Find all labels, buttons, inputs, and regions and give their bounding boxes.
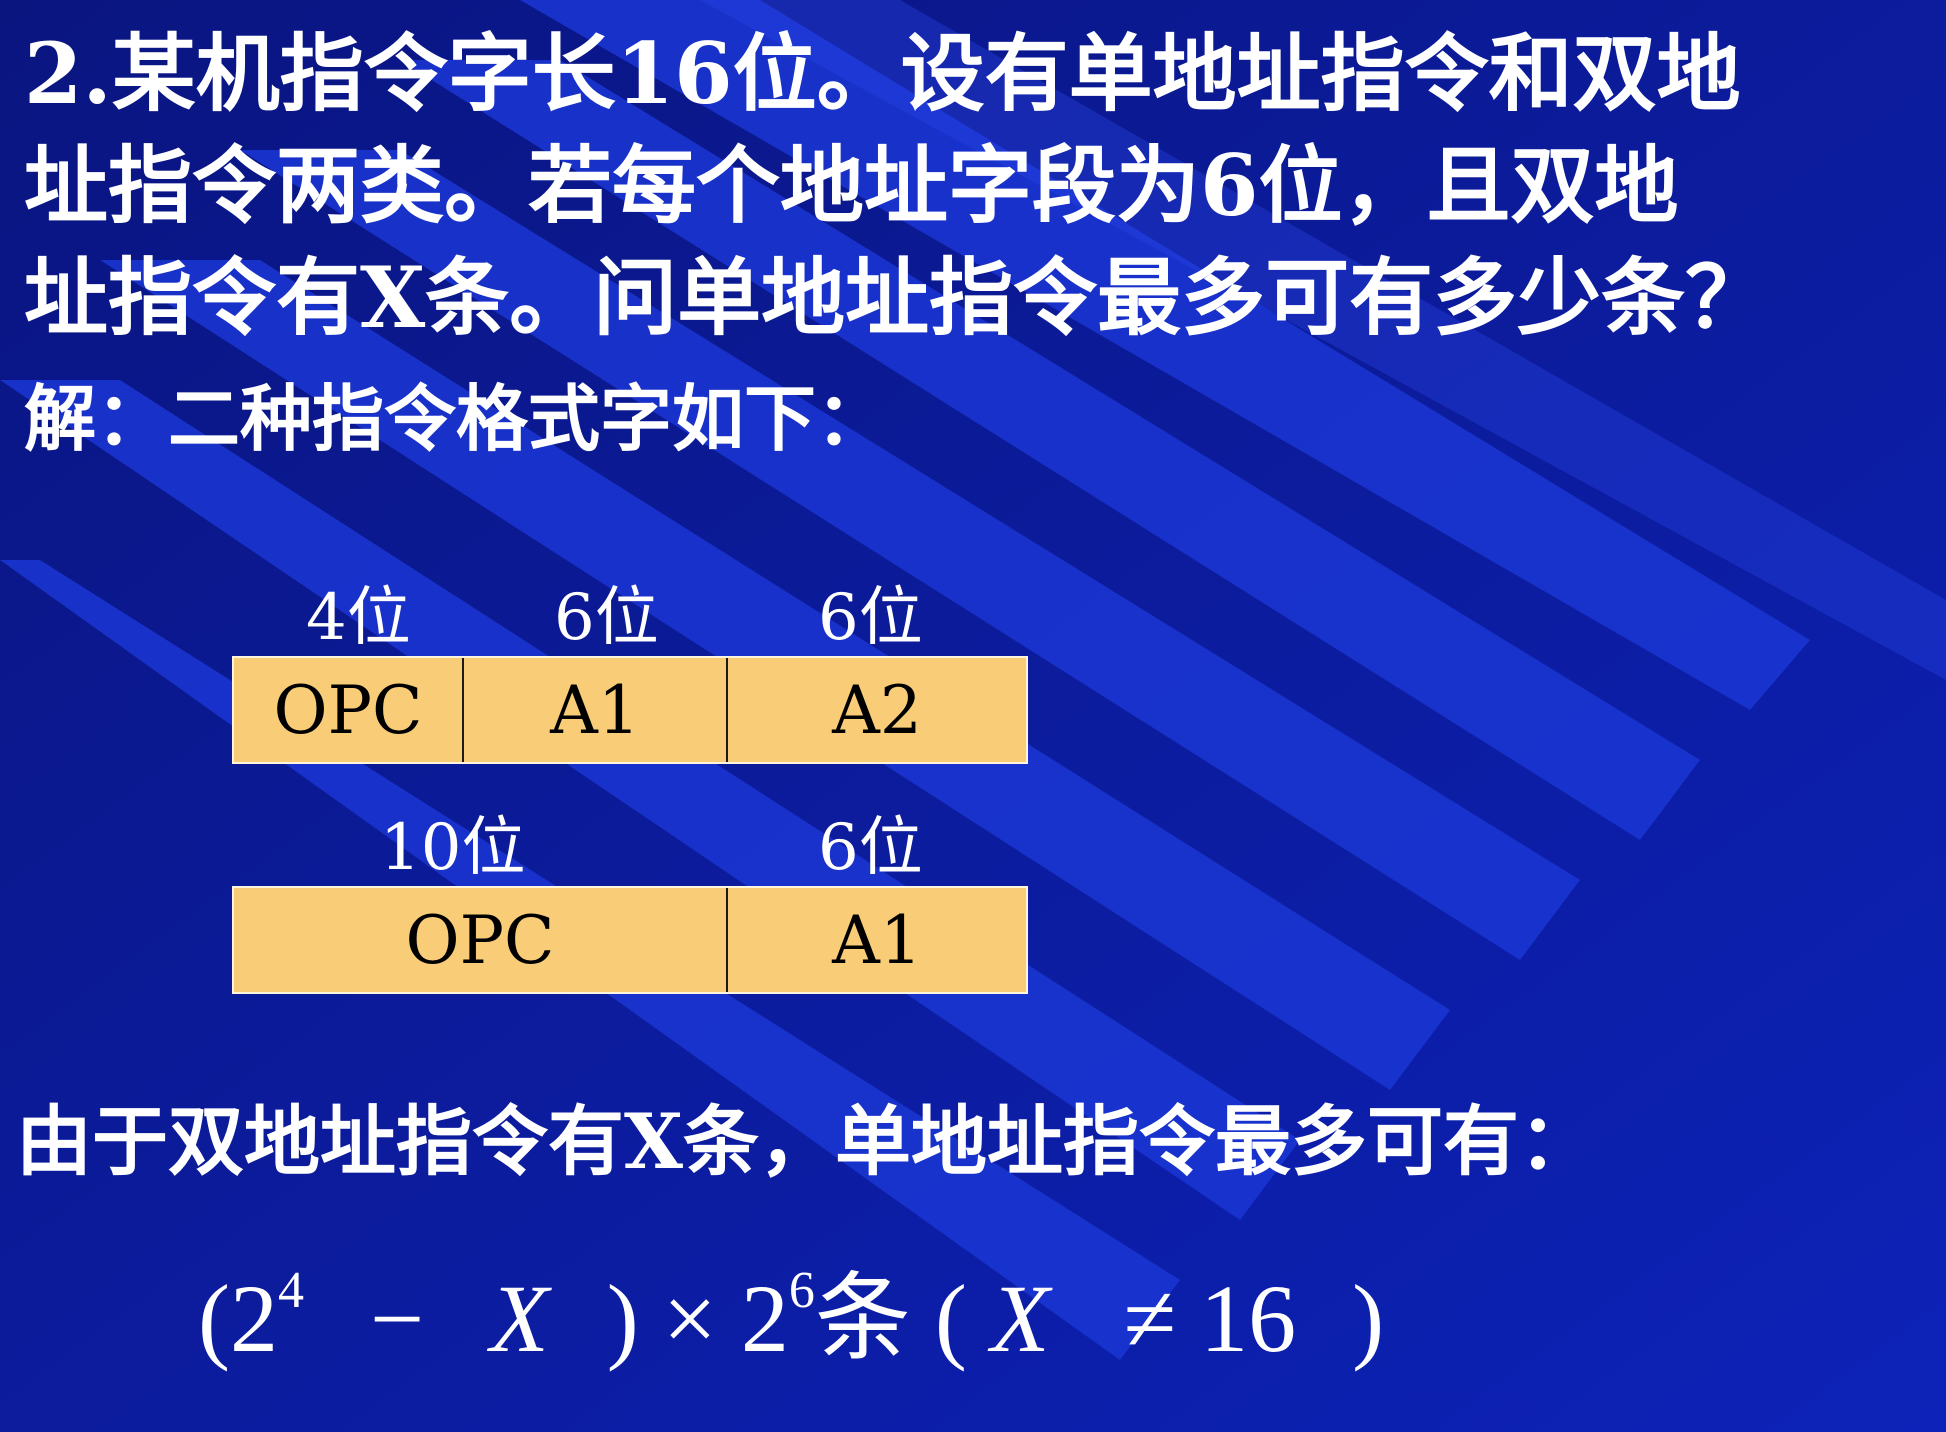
question-line-1: 2.某机指令字长16位。设有单地址指令和双地 [24,24,1741,123]
field-a1: A1 [832,901,922,979]
formula-base-2: 2 [740,1265,789,1372]
formula-exponent-1: 4 [277,1262,304,1319]
format1-bit-label-a2: 6位 [818,581,923,655]
format1-bit-label-opc: 4位 [306,581,411,655]
question-line-2: 址指令两类。若每个地址字段为6位，且双地 [24,136,1679,235]
formula-condition-variable-x: X [990,1265,1050,1372]
format2-bit-label-opc: 10位 [380,811,526,885]
field-a1: A1 [464,658,728,762]
conclusion-text: 由于双地址指令有X条，单地址指令最多可有： [16,1097,1595,1186]
formula-open-paren: ( [198,1265,230,1372]
formula-variable-x: X [490,1265,549,1372]
instruction-format-one-address: OPC A1 [232,886,1028,994]
question-line-3: 址指令有X条。问单地址指令最多可有多少条？ [24,248,1770,347]
formula-condition-number: 16 [1200,1265,1297,1372]
format1-bit-label-a1: 6位 [554,581,659,655]
formula-condition-close-paren: ) [1352,1265,1385,1372]
formula-not-equal: ≠ [1123,1265,1177,1372]
formula-exponent-2: 6 [788,1262,815,1319]
instruction-format-two-address: OPC A1 A2 [232,656,1028,764]
formula: (24 − X ) × 26条 ( X ≠ 16 ) [198,1240,1384,1379]
format2-bit-label-a1: 6位 [818,811,923,885]
field-opc: OPC [234,888,728,992]
field-a2: A2 [832,671,922,749]
formula-unit: 条 [814,1265,911,1372]
formula-minus: − [369,1265,425,1372]
formula-condition-open-paren: ( [934,1265,967,1372]
solution-intro: 解：二种指令格式字如下： [24,376,889,461]
formula-base-1: 2 [229,1265,278,1372]
field-opc: OPC [234,658,464,762]
question-text: 2.某机指令字长16位。设有单地址指令和双地 址指令两类。若每个地址字段为6位，… [24,18,1934,354]
formula-times: × [662,1265,717,1372]
formula-close-paren: ) [606,1265,639,1372]
